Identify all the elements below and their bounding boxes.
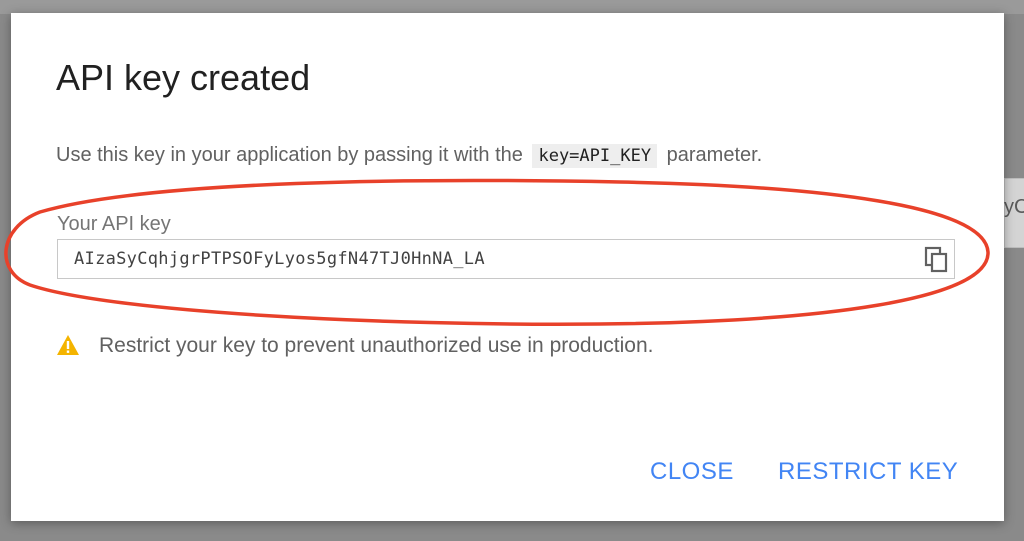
background-header <box>0 0 1024 14</box>
warning-text: Restrict your key to prevent unauthorize… <box>99 334 654 357</box>
api-key-label: Your API key <box>57 213 171 235</box>
api-key-field[interactable]: AIzaSyCqhjgrPTPSOFyLyos5gfN47TJ0HnNA_LA <box>57 239 955 279</box>
restrict-key-button[interactable]: RESTRICT KEY <box>778 458 958 486</box>
description-text-end: parameter. <box>666 144 763 166</box>
dialog-title: API key created <box>56 57 311 98</box>
copy-icon[interactable] <box>924 246 950 274</box>
warning-triangle-icon <box>56 334 80 356</box>
background-partial-text: yC <box>1004 196 1024 218</box>
api-key-dialog: API key created Use this key in your app… <box>11 13 1004 521</box>
key-parameter-code: key=API_KEY <box>532 144 658 168</box>
api-key-value[interactable]: AIzaSyCqhjgrPTPSOFyLyos5gfN47TJ0HnNA_LA <box>74 249 485 269</box>
description-text-start: Use this key in your application by pass… <box>56 144 523 166</box>
close-button[interactable]: CLOSE <box>650 458 734 486</box>
dialog-description: Use this key in your application by pass… <box>56 144 763 168</box>
